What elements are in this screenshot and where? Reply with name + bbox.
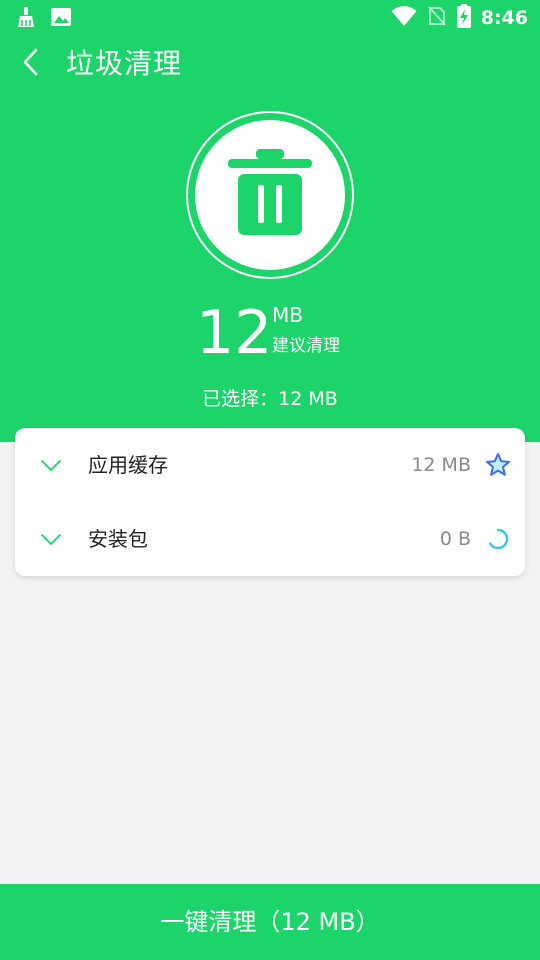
- junk-size-value: 12: [196, 298, 273, 368]
- status-time: 8:46: [480, 7, 528, 29]
- image-icon: [50, 7, 72, 31]
- suggestion-label: 建议清理: [272, 336, 340, 356]
- status-bar: 8:46: [0, 0, 540, 36]
- back-button[interactable]: [10, 42, 50, 86]
- chevron-down-icon[interactable]: [39, 454, 63, 476]
- cleaner-icon: [16, 6, 36, 32]
- category-label: 安装包: [88, 527, 148, 551]
- selected-summary: 已选择：12 MB: [0, 385, 540, 413]
- battery-charging-icon: [456, 4, 471, 32]
- category-row-install-package[interactable]: 安装包 0 B: [15, 502, 525, 576]
- category-size: 0 B: [439, 528, 471, 550]
- trash-icon: [224, 147, 316, 243]
- page-title: 垃圾清理: [66, 47, 183, 80]
- junk-size-unit: MB: [272, 303, 303, 327]
- category-label: 应用缓存: [88, 453, 168, 477]
- one-click-clean-button[interactable]: 一键清理（12 MB）: [0, 884, 540, 960]
- selected-label: 已选择：: [202, 388, 279, 410]
- app-header: 垃圾清理: [0, 36, 540, 92]
- category-row-app-cache[interactable]: 应用缓存 12 MB: [15, 428, 525, 502]
- chevron-down-icon[interactable]: [39, 528, 63, 550]
- star-icon: [485, 452, 511, 478]
- chevron-left-icon: [21, 47, 39, 81]
- junk-category-card: 应用缓存 12 MB 安装包 0 B: [15, 428, 525, 576]
- status-bar-left: [16, 6, 72, 32]
- trash-circle: [195, 120, 345, 270]
- wifi-icon: [391, 5, 417, 31]
- loading-spinner-icon: [485, 526, 511, 552]
- status-bar-right: 8:46: [391, 4, 528, 32]
- no-sim-icon: [427, 5, 447, 31]
- selected-value: 12 MB: [278, 388, 338, 410]
- category-size: 12 MB: [411, 454, 471, 476]
